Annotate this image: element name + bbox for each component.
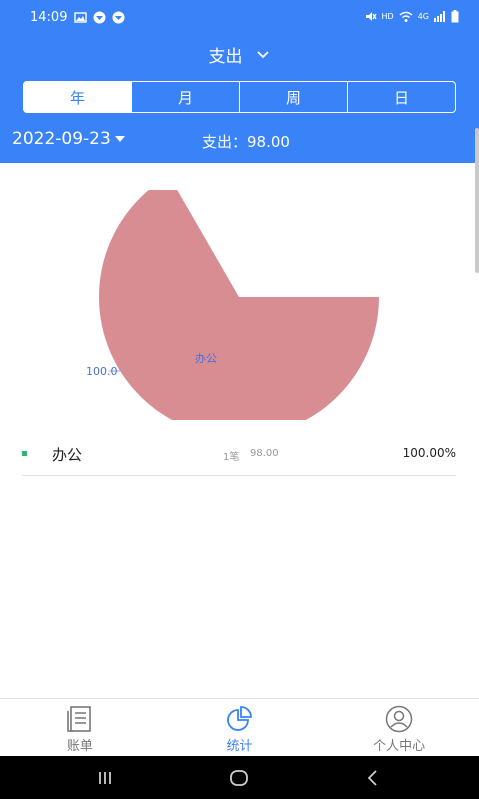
nav-item-stats[interactable]: 统计 [160, 699, 320, 756]
page-title[interactable]: 支出 [209, 42, 243, 67]
caret-down-icon[interactable] [114, 133, 126, 145]
wifi-icon [399, 11, 413, 22]
back-icon[interactable] [363, 768, 383, 788]
notification-icons [74, 11, 125, 24]
date-value[interactable]: 2022-09-23 [12, 129, 111, 149]
tab-year[interactable]: 年 [24, 82, 131, 112]
recent-apps-icon[interactable] [95, 768, 115, 788]
header: 14:09 HD 4G 支出 年 月 周 日 2022-09-23 支出：98.… [0, 0, 479, 163]
pie-chart: 办公 100.0 [86, 190, 379, 420]
bottom-nav: 账单 统计 个人中心 [0, 698, 479, 756]
tab-week[interactable]: 周 [239, 82, 347, 112]
user-icon [385, 705, 413, 733]
app-notification-icon-2 [112, 11, 125, 24]
total-amount: 支出：98.00 [202, 133, 290, 151]
date-picker[interactable]: 2022-09-23 [12, 129, 126, 149]
legend-category: 办公 [52, 446, 83, 464]
tab-day[interactable]: 日 [347, 82, 455, 112]
legend-amount: 98.00 [250, 448, 279, 459]
slice-label: 办公 [195, 352, 217, 365]
legend-count: 1笔 [223, 452, 240, 463]
period-tabs: 年 月 周 日 [23, 81, 456, 113]
legend-row[interactable]: 办公 1笔 98.00 100.00% [22, 440, 456, 476]
battery-icon [451, 10, 459, 23]
nav-label-bill: 账单 [66, 739, 93, 754]
nav-label-profile: 个人中心 [373, 739, 426, 754]
home-icon[interactable] [229, 768, 249, 788]
app-notification-icon [93, 11, 106, 24]
chevron-down-icon[interactable] [255, 46, 271, 62]
legend-percent: 100.00% [402, 446, 456, 460]
type-selector[interactable]: 支出 [0, 40, 479, 68]
bill-icon [67, 706, 91, 732]
status-time: 14:09 [30, 10, 68, 25]
status-bar: 14:09 HD 4G [0, 0, 479, 34]
nav-item-bill[interactable]: 账单 [0, 699, 160, 756]
nav-item-profile[interactable]: 个人中心 [319, 699, 479, 756]
pie-chart-icon [226, 706, 252, 731]
signal-icon [434, 11, 445, 22]
legend-color-dot [22, 451, 27, 456]
nav-label-stats: 统计 [226, 739, 253, 754]
hd-indicator: HD [381, 12, 394, 21]
network-type: 4G [417, 12, 429, 21]
slice-value-label: 100.0 [86, 365, 118, 378]
mute-icon [365, 12, 377, 21]
tab-month[interactable]: 月 [131, 82, 239, 112]
system-icons: HD 4G [364, 10, 459, 23]
pie-slice[interactable] [99, 190, 379, 420]
gallery-icon [74, 12, 87, 23]
android-nav-bar [0, 756, 479, 799]
